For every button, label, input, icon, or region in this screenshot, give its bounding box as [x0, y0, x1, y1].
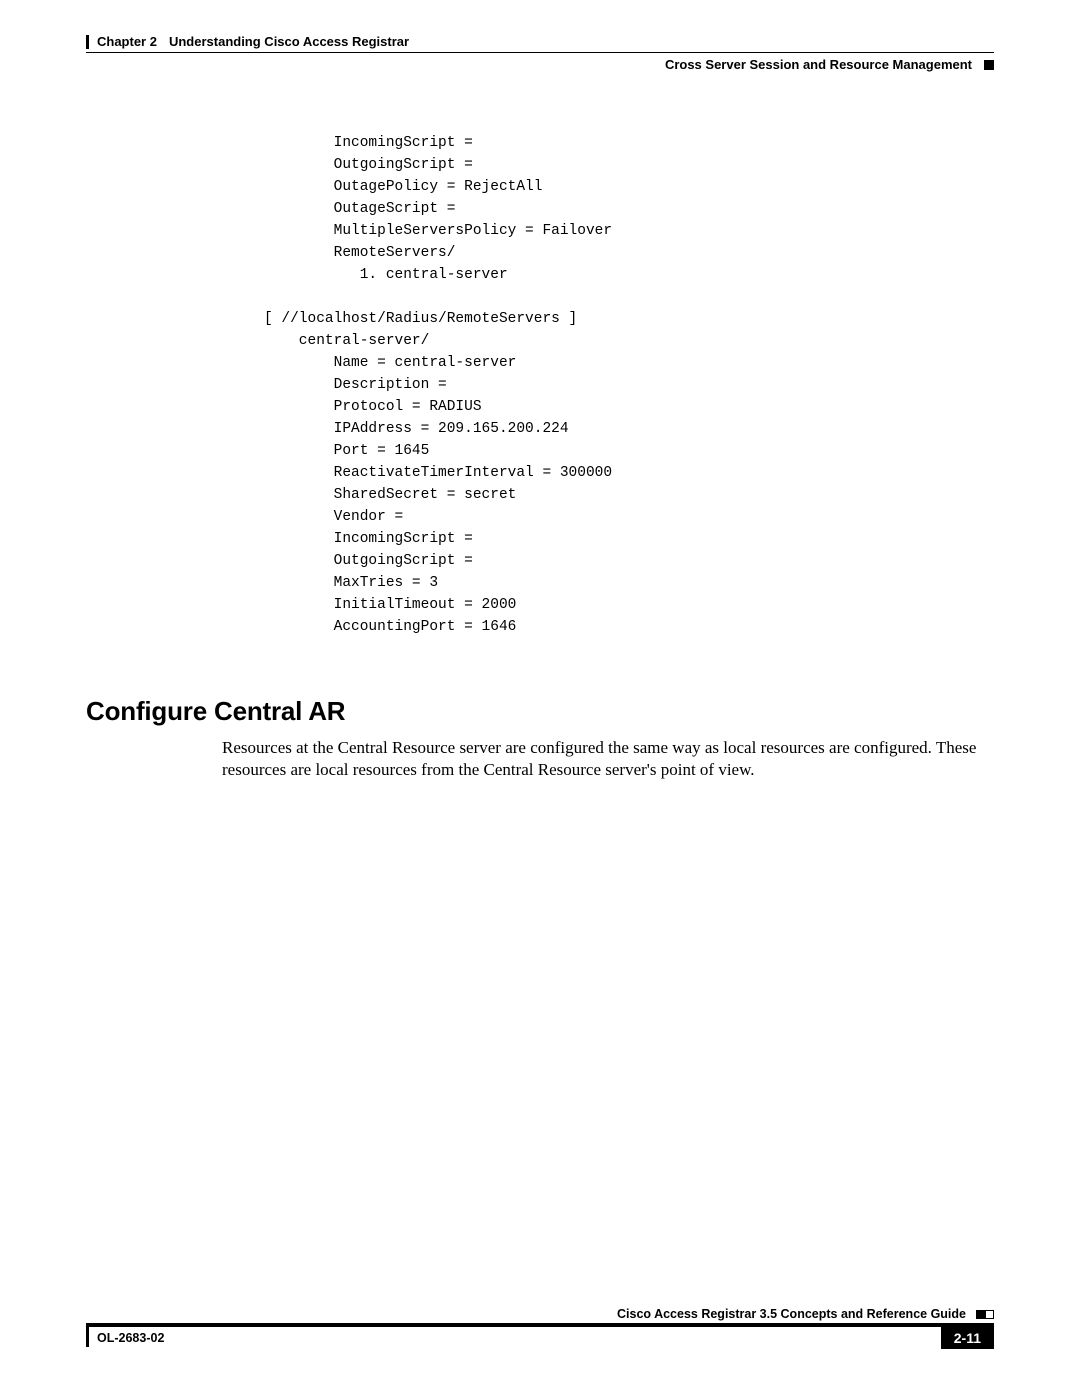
footer-square-icon: [976, 1310, 985, 1319]
page-number-badge: 2-11: [941, 1327, 994, 1349]
footer-title-row: Cisco Access Registrar 3.5 Concepts and …: [86, 1307, 994, 1321]
header-row: Chapter 2 Understanding Cisco Access Reg…: [86, 34, 994, 49]
section-square-icon: [984, 60, 994, 70]
footer-square-outline-icon: [985, 1310, 994, 1319]
footer-left: OL-2683-02: [86, 1327, 164, 1347]
footer: Cisco Access Registrar 3.5 Concepts and …: [86, 1307, 994, 1349]
chapter-number: Chapter 2: [97, 34, 157, 49]
body-paragraph: Resources at the Central Resource server…: [222, 737, 994, 781]
config-code-block: IncomingScript = OutgoingScript = Outage…: [264, 132, 994, 638]
footer-bottom-row: OL-2683-02 2-11: [86, 1327, 994, 1349]
header-divider: [86, 52, 994, 53]
chapter-name: Understanding Cisco Access Registrar: [169, 34, 409, 49]
footer-doc-id: OL-2683-02: [97, 1329, 164, 1345]
page: Chapter 2 Understanding Cisco Access Reg…: [0, 0, 1080, 1397]
section-heading: Configure Central AR: [86, 696, 994, 727]
header-accent-bar-icon: [86, 35, 89, 49]
footer-accent-bar-icon: [86, 1327, 89, 1347]
section-title: Cross Server Session and Resource Manage…: [665, 57, 972, 72]
subheader-row: Cross Server Session and Resource Manage…: [86, 55, 994, 72]
footer-guide-title: Cisco Access Registrar 3.5 Concepts and …: [617, 1307, 966, 1321]
